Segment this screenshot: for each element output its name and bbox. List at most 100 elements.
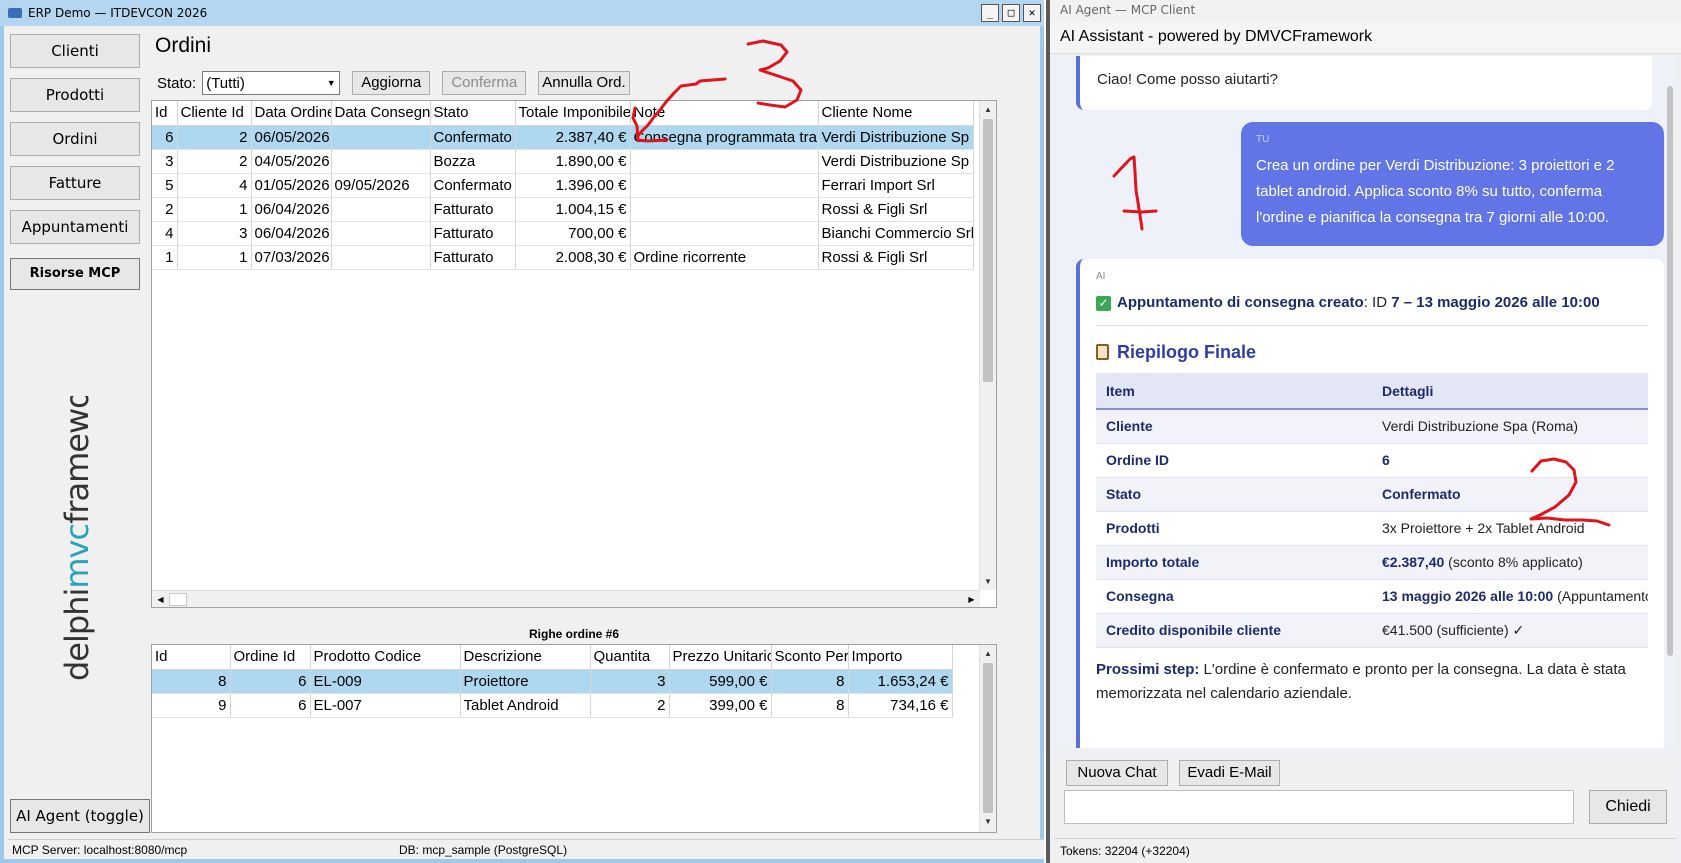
minimize-icon[interactable]: _ bbox=[981, 4, 999, 22]
orders-table-row[interactable]: 1 1 07/03/2026 Fatturato 2.008,30 € Ordine ri… bbox=[152, 245, 974, 270]
orders-cell bbox=[331, 149, 431, 174]
ai-input-row: Chiedi bbox=[1054, 788, 1676, 838]
chat-input[interactable] bbox=[1064, 790, 1574, 824]
recap-item: Importo totale bbox=[1096, 545, 1372, 580]
orders-grid[interactable]: Id Cliente Id Data Ordine Data Consegna Stat… bbox=[151, 100, 997, 608]
orders-cell: 1.396,00 € bbox=[515, 173, 631, 198]
scroll-left-icon[interactable]: ◀ bbox=[152, 595, 169, 604]
chat-area[interactable]: Ciao! Come posso aiutarti? TU Crea un or… bbox=[1054, 56, 1676, 748]
recap-detail-bold: €2.387,40 bbox=[1382, 554, 1445, 570]
app-icon bbox=[8, 8, 22, 18]
orders-cell: 5 bbox=[152, 173, 178, 198]
lines-cell: 399,00 € bbox=[669, 693, 772, 718]
scroll-down-icon[interactable]: ▼ bbox=[980, 573, 996, 590]
close-icon[interactable]: ✕ bbox=[1023, 4, 1041, 22]
user-message-text: Crea un ordine per Verdi Distribuzione: … bbox=[1256, 157, 1615, 226]
orders-cell bbox=[630, 173, 819, 198]
orders-horizontal-scrollbar[interactable]: ◀ ▶ bbox=[152, 590, 980, 607]
recap-table: Item Dettagli Cliente Verdi Distribuzione… bbox=[1096, 373, 1648, 648]
check-icon: ✓ bbox=[1096, 296, 1111, 311]
scroll-thumb[interactable] bbox=[983, 119, 993, 382]
svg-text:delphimvcframework: delphimvcframework bbox=[58, 396, 96, 681]
order-lines-grid[interactable]: Id Ordine Id Prodotto Codice Descrizione Qua… bbox=[151, 644, 997, 833]
orders-vertical-scrollbar[interactable]: ▲ ▼ bbox=[979, 101, 996, 590]
recap-item: Consegna bbox=[1096, 579, 1372, 614]
orders-toolbar: Stato: (Tutti) ▼ Aggiorna Conferma Annul… bbox=[157, 71, 630, 95]
ai-window-title: AI Agent — MCP Client bbox=[1050, 0, 1681, 22]
orders-cell: 700,00 € bbox=[515, 221, 631, 246]
scroll-thumb[interactable] bbox=[983, 663, 993, 813]
db-status: DB: mcp_sample (PostgreSQL) bbox=[399, 843, 568, 857]
nav-clienti-button[interactable]: Clienti bbox=[10, 34, 140, 68]
scroll-right-icon[interactable]: ▶ bbox=[963, 595, 980, 604]
orders-cell: Ferrari Import Srl bbox=[818, 173, 974, 198]
recap-title: Riepilogo Finale bbox=[1096, 342, 1648, 363]
orders-table-row[interactable]: 3 2 04/05/2026 Bozza 1.890,00 € Verdi Distrib… bbox=[152, 149, 974, 174]
stato-select[interactable]: (Tutti) ▼ bbox=[202, 71, 341, 95]
orders-column-header: Id bbox=[152, 101, 178, 126]
recap-row: Credito disponibile cliente €41.500 (suff… bbox=[1096, 613, 1648, 648]
recap-row: Stato Confermato bbox=[1096, 477, 1648, 512]
orders-cell: Ordine ricorrente bbox=[630, 245, 819, 270]
lines-cell: 6 bbox=[230, 669, 311, 694]
lines-cell: Tablet Android bbox=[460, 693, 591, 718]
recap-item: Stato bbox=[1096, 477, 1372, 512]
orders-cell bbox=[630, 221, 819, 246]
evadi-email-button[interactable]: Evadi E-Mail bbox=[1179, 760, 1280, 786]
orders-cell bbox=[331, 245, 431, 270]
nav-fatture-button[interactable]: Fatture bbox=[10, 166, 140, 200]
orders-table-row[interactable]: 5 4 01/05/2026 09/05/2026 Confermato 1.396,00… bbox=[152, 173, 974, 198]
risorse-mcp-button[interactable]: Risorse MCP bbox=[10, 258, 140, 290]
nav-prodotti-button[interactable]: Prodotti bbox=[10, 78, 140, 112]
nav-appuntamenti-button[interactable]: Appuntamenti bbox=[10, 210, 140, 244]
chat-scrollbar[interactable] bbox=[1667, 86, 1673, 656]
conferma-button[interactable]: Conferma bbox=[442, 71, 527, 95]
scroll-thumb[interactable] bbox=[169, 592, 187, 606]
recap-detail-bold: 13 maggio 2026 alle 10:00 bbox=[1382, 588, 1554, 604]
orders-cell: 1 bbox=[177, 197, 252, 222]
lines-cell: 2 bbox=[590, 693, 670, 718]
recap-detail-text: Verdi Distribuzione Spa (Roma) bbox=[1382, 418, 1579, 435]
scroll-up-icon[interactable]: ▲ bbox=[980, 645, 996, 662]
next-steps-label: Prossimi step: bbox=[1096, 660, 1200, 678]
orders-cell: 06/05/2026 bbox=[251, 125, 332, 150]
lines-cell: EL-007 bbox=[310, 693, 461, 718]
recap-detail-text: €41.500 (sufficiente) ✓ bbox=[1382, 621, 1525, 638]
lines-cell: 734,16 € bbox=[848, 693, 953, 718]
annulla-ordine-button[interactable]: Annulla Ord. bbox=[538, 71, 630, 95]
ai-agent-toggle-button[interactable]: AI Agent (toggle) bbox=[10, 799, 150, 833]
orders-cell: 06/04/2026 bbox=[251, 221, 332, 246]
lines-vertical-scrollbar[interactable]: ▲ ▼ bbox=[979, 645, 996, 832]
orders-cell: Rossi & Figli Srl bbox=[818, 245, 974, 270]
recap-row: Cliente Verdi Distribuzione Spa (Roma) bbox=[1096, 409, 1648, 444]
orders-table-row[interactable]: 6 2 06/05/2026 Confermato 2.387,40 € Consegna… bbox=[152, 125, 974, 150]
appointment-value: 7 – 13 maggio 2026 alle 10:00 bbox=[1391, 294, 1600, 311]
recap-item: Credito disponibile cliente bbox=[1096, 613, 1372, 648]
orders-column-header: Cliente Id bbox=[177, 101, 252, 126]
orders-table-row[interactable]: 2 1 06/04/2026 Fatturato 1.004,15 € Rossi & F… bbox=[152, 197, 974, 222]
orders-cell: 2 bbox=[177, 149, 252, 174]
recap-detail: Confermato bbox=[1372, 477, 1648, 512]
orders-cell: 4 bbox=[177, 173, 252, 198]
nav-ordini-button[interactable]: Ordini bbox=[10, 122, 140, 156]
aggiorna-button[interactable]: Aggiorna bbox=[352, 71, 431, 95]
nuova-chat-button[interactable]: Nuova Chat bbox=[1066, 760, 1168, 786]
lines-cell: 8 bbox=[771, 693, 849, 718]
orders-table-row[interactable]: 4 3 06/04/2026 Fatturato 700,00 € Bianchi Com… bbox=[152, 221, 974, 246]
lines-cell: Proiettore bbox=[460, 669, 591, 694]
orders-cell: 07/03/2026 bbox=[251, 245, 332, 270]
lines-table-row[interactable]: 9 6 EL-007 Tablet Android 2 399,00 €8 734,16 € bbox=[152, 693, 953, 718]
orders-cell: 3 bbox=[177, 221, 252, 246]
lines-column-header: Prodotto Codice bbox=[310, 645, 461, 670]
scroll-up-icon[interactable]: ▲ bbox=[980, 101, 996, 118]
erp-window: ERP Demo — ITDEVCON 2026 _ □ ✕ Clienti P… bbox=[0, 0, 1044, 863]
orders-cell bbox=[331, 221, 431, 246]
lines-cell: EL-009 bbox=[310, 669, 461, 694]
scroll-down-icon[interactable]: ▼ bbox=[980, 813, 996, 830]
recap-detail: Verdi Distribuzione Spa (Roma) bbox=[1372, 409, 1648, 444]
chiedi-button[interactable]: Chiedi bbox=[1589, 790, 1667, 824]
maximize-icon[interactable]: □ bbox=[1002, 4, 1020, 22]
orders-cell: Fatturato bbox=[430, 221, 516, 246]
lines-table-row[interactable]: 8 6 EL-009 Proiettore 3 599,00 €8 1.653,24 € bbox=[152, 669, 953, 694]
orders-cell: Consegna programmata tra 7 bbox=[630, 125, 819, 150]
